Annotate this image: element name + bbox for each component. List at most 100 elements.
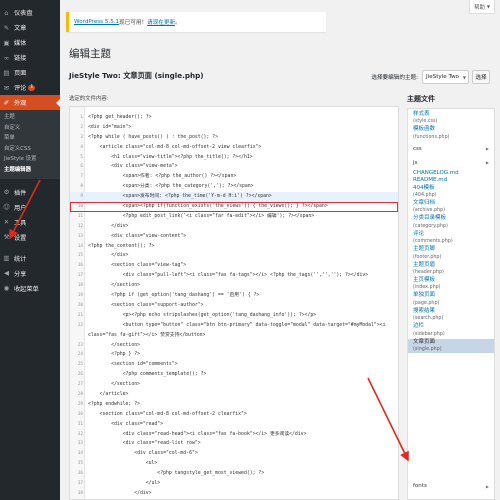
file-path: (archive.php) (413, 208, 446, 214)
line-number: 15 (77, 253, 83, 259)
file-entry[interactable]: 主页模板 (index.php) (408, 277, 494, 291)
line-number: 2 (80, 124, 83, 130)
folder-js[interactable]: js ▶ (408, 156, 494, 170)
line-number: 27 (77, 382, 83, 388)
submenu-item[interactable]: 主题 (0, 112, 60, 123)
file-path: (404.php) (413, 193, 437, 199)
file-heading: JieStyle Two: 文章页面 (single.php) (69, 71, 204, 80)
sidebar-item-label: 链接 (14, 55, 27, 62)
line-number: 14 (77, 243, 83, 249)
caret-down-icon: ▼ (486, 4, 490, 9)
sidebar-item[interactable]: ▤ 页面 (0, 65, 60, 80)
theme-select-label: 选择要编辑的主题: (371, 75, 418, 81)
plugin-icon: ⚙ (3, 188, 10, 197)
file-entry[interactable]: 文章归档 (archive.php) (408, 200, 494, 214)
file-path: (footer.php) (413, 254, 442, 260)
line-number: 5 (80, 154, 83, 160)
file-entry[interactable]: 404模板 (404.php) (408, 185, 494, 199)
sidebar-item[interactable]: ✎ 文章 (0, 20, 60, 35)
code-editor[interactable]: 1 <?php get_header(); ?> 2 <div id="main"> 3… (69, 106, 399, 500)
file-entry[interactable]: README.md (408, 177, 494, 184)
file-entry[interactable]: CHANGELOG.md (408, 170, 494, 177)
code-line: 3 <?php while ( have_posts() ) : the_post… (70, 133, 398, 143)
sidebar-item[interactable]: ✐ 外观 (0, 95, 60, 110)
code-text: </div> (88, 223, 129, 229)
update-now-link[interactable]: 请现在更新 (147, 18, 175, 26)
sidebar-item[interactable]: ✕ 工具 (0, 215, 60, 230)
code-line: 1 <?php get_header(); ?> (70, 113, 398, 123)
code-text: <div class="read-list row"> (88, 441, 201, 447)
line-number: 21 (77, 312, 83, 318)
triangle-right-icon: ▶ (485, 146, 489, 152)
file-entry[interactable]: 分类目录模板 (category.php) (408, 215, 494, 229)
file-entry[interactable]: 模板函数 (functions.php) (408, 126, 494, 140)
sidebar-item[interactable]: ⚒ 设置 (0, 230, 60, 245)
dashboard-icon: ⌂ (4, 8, 9, 17)
code-text: <ul> (88, 461, 158, 467)
file-path: (functions.php) (413, 134, 450, 140)
code-line: 38 </div> (70, 489, 398, 499)
line-number: 25 (77, 362, 83, 368)
users-icon: ☺ (3, 203, 10, 212)
code-line: 2 <div id="main"> (70, 123, 398, 133)
select-theme-button[interactable]: 选择 (472, 70, 490, 84)
file-name: 主页模板 (413, 277, 436, 284)
code-line: 31 <div class="read"> (70, 420, 398, 430)
wordpress-version-link[interactable]: WordPress 5.5.1 (74, 19, 119, 25)
theme-select[interactable]: JieStyle Two ▼ (422, 70, 469, 84)
share-icon: ◀ (4, 269, 9, 278)
sidebar-item-label: 插件 (14, 189, 27, 197)
help-tab[interactable]: 帮助 ▼ (469, 0, 495, 14)
line-number: 36 (77, 471, 83, 477)
sidebar-item[interactable]: ◉ 收起菜单 (0, 281, 60, 296)
triangle-right-icon: ▶ (485, 483, 489, 489)
line-number: 34 (77, 451, 83, 457)
file-path: (index.php) (413, 285, 441, 291)
code-line: 15 </div> (70, 251, 398, 261)
code-line: 24 <?php } ?> (70, 350, 398, 360)
sidebar-item-label: 文章 (14, 25, 27, 32)
file-entry[interactable]: 评论 (comments.php) (408, 231, 494, 245)
collapse-icon: ◉ (3, 284, 10, 293)
file-entry[interactable]: 样式表 (style.css) (408, 111, 494, 125)
comment-icon: ✉ (3, 83, 10, 92)
sidebar-item[interactable]: ∞ 链接 (0, 50, 60, 65)
sidebar-item[interactable]: ⚙ 插件 (0, 185, 60, 200)
code-line: 21 <p><?php echo stripslashes(get_option… (70, 311, 398, 321)
folder-fonts[interactable]: fonts ▶ (408, 479, 494, 493)
code-line: 18 </section> (70, 281, 398, 291)
sidebar-item[interactable]: ▥ 统计 (0, 251, 60, 266)
code-text: <?php endwhile; ?> (88, 401, 140, 407)
sidebar-item[interactable]: ◀ 分享 (0, 266, 60, 281)
submenu-item[interactable]: JieStyle 设置 (0, 154, 60, 165)
file-entry[interactable]: 主题页脚 (footer.php) (408, 246, 494, 260)
code-text: <span><?php if(function_exists('the_view… (88, 204, 328, 210)
submenu-item[interactable]: 自定义 (0, 123, 60, 134)
file-entry[interactable]: 主题页眉 (header.php) (408, 262, 494, 276)
submenu-item[interactable]: 自定义CSS (0, 144, 60, 155)
file-entry-active[interactable]: 文章页面 (single.php) (408, 338, 494, 354)
code-text: </div> (88, 490, 152, 496)
file-entry[interactable]: 搜索结果 (search.php) (408, 308, 494, 322)
sidebar-item[interactable]: ▣ 媒体 (0, 35, 60, 50)
submenu-item[interactable]: 主题编辑器 (0, 165, 60, 176)
chevron-down-icon: ▼ (462, 74, 466, 80)
appearance-icon: ✐ (3, 98, 10, 107)
folder-css[interactable]: css ▶ (408, 142, 494, 156)
sidebar-item[interactable]: ☺ 用户 (0, 200, 60, 215)
file-entry[interactable]: 单独页面 (page.php) (408, 292, 494, 306)
line-number: 26 (77, 372, 83, 378)
sidebar-item[interactable]: ✉ 评论 1 (0, 80, 60, 95)
theme-files-panel: 主题文件 样式表 (style.css) 模板函数 (functions.php) cs… (407, 94, 500, 500)
submenu-item[interactable]: 菜单 (0, 133, 60, 144)
sidebar-item[interactable]: ⌂ 仪表盘 (0, 5, 60, 20)
code-text: <article class="col-md-8 col-md-offset-2… (88, 144, 262, 150)
code-text: <?php if (get_option('tang_dashang') == … (88, 293, 260, 299)
code-text: <?php the_content(); ?> (88, 243, 155, 249)
sidebar-item-label: 页面 (14, 70, 27, 77)
code-line: 33 <div class="read-list row"> (70, 439, 398, 449)
sidebar-item-label: 用户 (14, 204, 27, 212)
update-notice: WordPress 5.5.1 现已可用！ 请现在更新。 (66, 12, 326, 32)
file-entry[interactable]: 边栏 (sidebar.php) (408, 323, 494, 337)
file-path: (page.php) (413, 300, 440, 306)
